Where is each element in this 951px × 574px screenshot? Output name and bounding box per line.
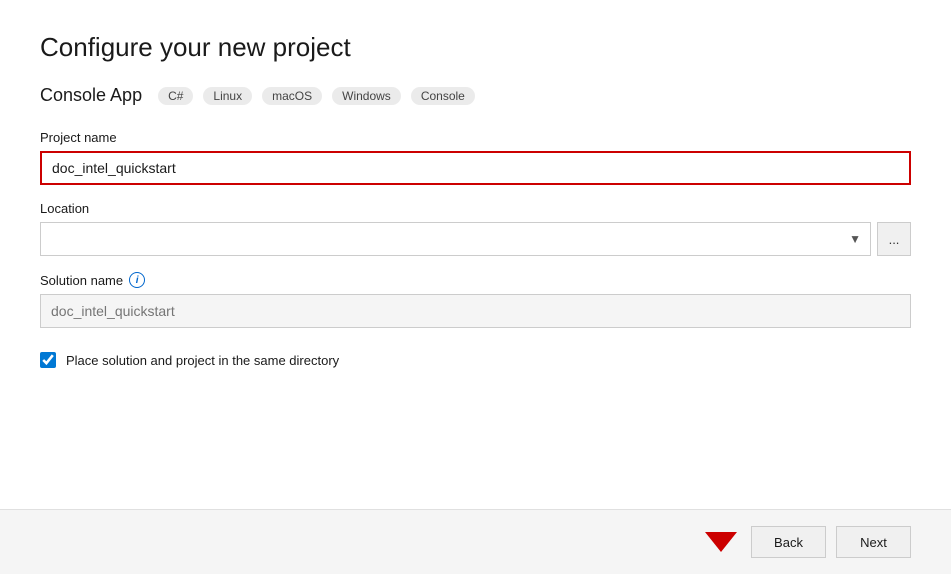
browse-button[interactable]: ... (877, 222, 911, 256)
same-directory-row: Place solution and project in the same d… (40, 352, 911, 368)
location-group: Location ▼ ... (40, 201, 911, 256)
project-name-group: Project name (40, 130, 911, 185)
info-icon: i (129, 272, 145, 288)
project-name-label: Project name (40, 130, 117, 145)
back-button[interactable]: Back (751, 526, 826, 558)
location-label: Location (40, 201, 89, 216)
tag-linux: Linux (203, 87, 252, 105)
solution-name-input[interactable] (40, 294, 911, 328)
location-row: ▼ ... (40, 222, 911, 256)
footer-buttons: Back Next (705, 526, 911, 558)
solution-name-group: Solution name i (40, 272, 911, 328)
location-select-wrapper: ▼ (40, 222, 871, 256)
solution-name-label: Solution name (40, 273, 123, 288)
project-name-input[interactable] (40, 151, 911, 185)
same-directory-label: Place solution and project in the same d… (66, 353, 339, 368)
down-arrow-icon (705, 532, 737, 552)
location-select[interactable] (40, 222, 871, 256)
same-directory-checkbox[interactable] (40, 352, 56, 368)
tag-console: Console (411, 87, 475, 105)
tag-csharp: C# (158, 87, 193, 105)
app-info-row: Console App C# Linux macOS Windows Conso… (40, 85, 911, 106)
tag-macos: macOS (262, 87, 322, 105)
page-title: Configure your new project (40, 32, 911, 63)
next-arrow-indicator (705, 532, 737, 552)
app-name: Console App (40, 85, 142, 106)
footer: Back Next (0, 509, 951, 574)
next-button[interactable]: Next (836, 526, 911, 558)
tag-windows: Windows (332, 87, 401, 105)
